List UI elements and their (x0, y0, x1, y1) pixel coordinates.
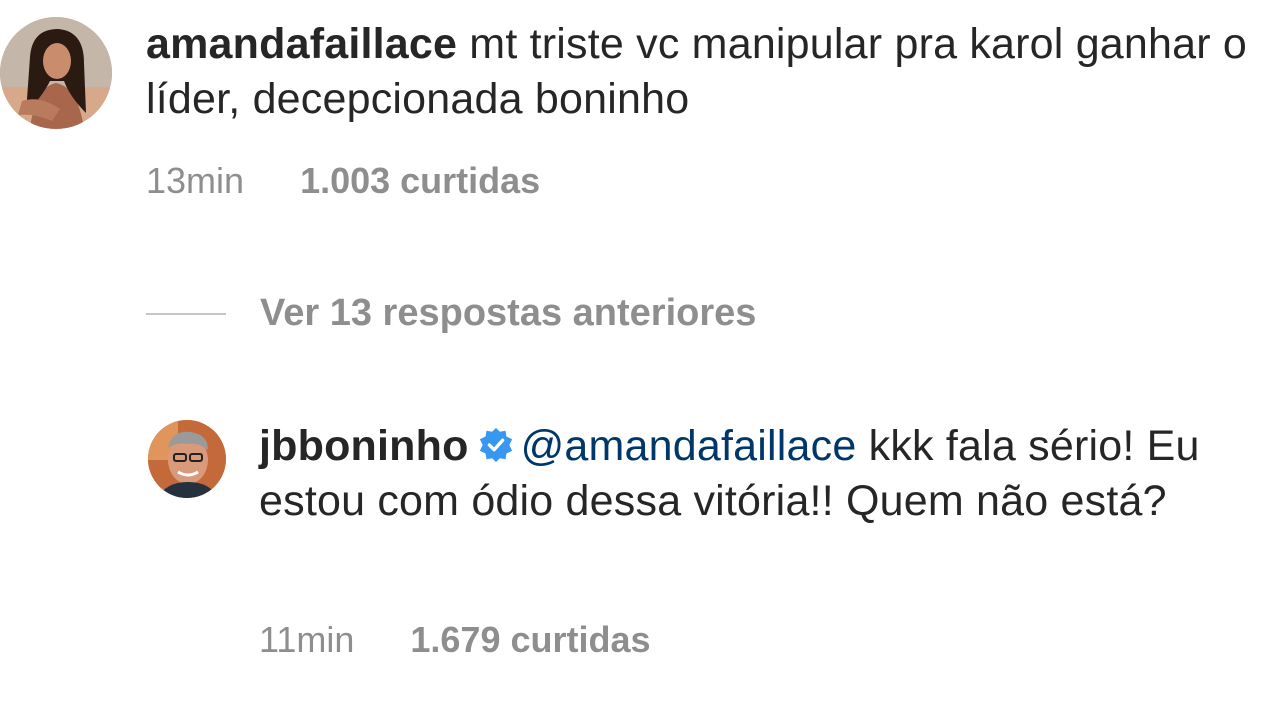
comment-time: 11min (259, 619, 355, 660)
replies-divider (146, 312, 226, 315)
comment-likes[interactable]: 1.679 curtidas (410, 619, 650, 661)
view-replies-button[interactable]: Ver 13 respostas anteriores (146, 292, 756, 335)
view-replies-label: Ver 13 respostas anteriores (260, 292, 757, 334)
comment-time: 13min (146, 160, 245, 201)
verified-badge-icon (477, 426, 515, 464)
comment-meta: 11min 1.679 curtidas (259, 619, 651, 661)
comment-username[interactable]: jbboninho (259, 422, 469, 470)
comment-mention[interactable]: @amandafaillace (521, 422, 857, 470)
comment-meta: 13min 1.003 curtidas (146, 160, 540, 202)
avatar-image (148, 420, 226, 498)
comment-username[interactable]: amandafaillace (146, 20, 457, 68)
avatar-amandafaillace[interactable] (0, 17, 112, 129)
avatar-jbboninho[interactable] (148, 420, 226, 498)
comment-likes[interactable]: 1.003 curtidas (300, 160, 540, 202)
avatar-image (0, 17, 112, 129)
comment-body: jbboninho @amandafaillace kkk fala sério!… (259, 419, 1259, 529)
comment-body: amandafaillace mt triste vc manipular pr… (146, 17, 1266, 127)
